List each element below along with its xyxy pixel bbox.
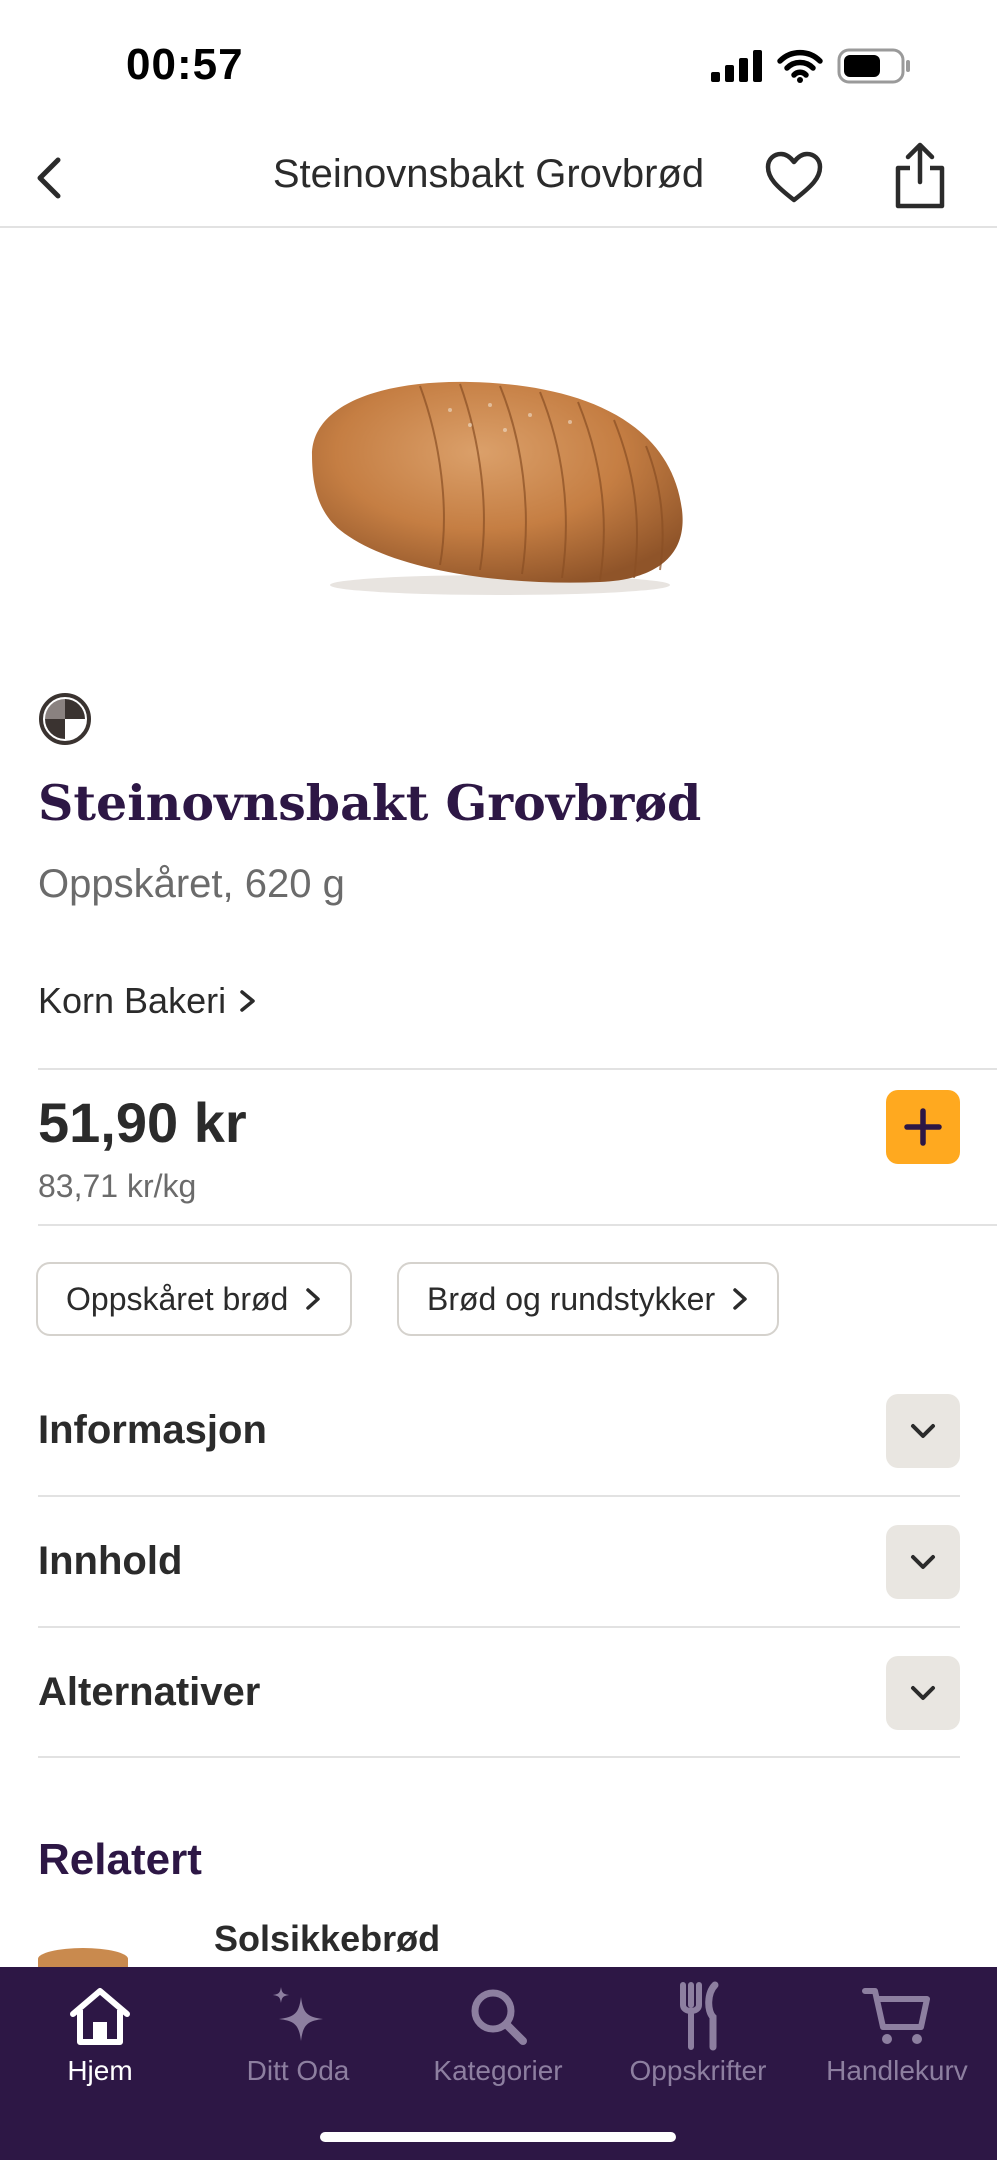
battery-icon	[837, 48, 910, 84]
chip-label: Oppskåret brød	[66, 1280, 289, 1317]
chevron-down-icon	[911, 1424, 935, 1438]
nav-title-text: Steinovnsbakt Grovbrød	[272, 152, 705, 196]
status-icons	[711, 48, 911, 84]
product-image	[300, 360, 700, 600]
nav-title: Steinovnsbakt Grovbrød	[0, 152, 997, 197]
add-to-cart-button[interactable]	[886, 1090, 960, 1164]
category-chip-brod-og-rundstykker[interactable]: Brød og rundstykker	[397, 1262, 780, 1336]
chevron-right-icon	[306, 1288, 321, 1310]
home-icon	[60, 1981, 140, 2051]
accordion-label: Alternativer	[38, 1670, 261, 1714]
divider	[38, 1224, 997, 1226]
producer-link[interactable]: Korn Bakeri	[38, 980, 260, 1022]
sparkle-icon	[258, 1981, 338, 2051]
accordion-alternativer[interactable]: Alternativer	[38, 1628, 960, 1758]
related-section-title: Relatert	[38, 1835, 202, 1884]
cart-icon	[857, 1981, 937, 2051]
nav-bar: Steinovnsbakt Grovbrød	[0, 130, 997, 228]
price: 51,90 kr	[38, 1091, 247, 1154]
cellular-signal-icon	[711, 50, 762, 82]
search-icon	[458, 1981, 538, 2051]
tab-label: Handlekurv	[826, 2055, 968, 2086]
chip-label: Brød og rundstykker	[427, 1280, 716, 1317]
tab-label: Oppskrifter	[629, 2055, 767, 2086]
accordion-toggle[interactable]	[886, 1525, 960, 1599]
divider	[38, 1756, 960, 1758]
related-item-name[interactable]: Solsikkebrød	[214, 1918, 440, 1960]
accordion-label: Informasjon	[38, 1408, 267, 1452]
accordion-innhold[interactable]: Innhold	[38, 1497, 960, 1627]
share-button[interactable]	[888, 140, 952, 212]
divider	[38, 1068, 997, 1070]
back-button[interactable]	[24, 150, 80, 206]
tab-label: Ditt Oda	[246, 2055, 350, 2086]
tab-hjem[interactable]: Hjem	[0, 1981, 200, 2101]
tab-kategorier[interactable]: Kategorier	[398, 1981, 598, 2101]
product-title: Steinovnsbakt Grovbrød	[38, 774, 702, 832]
plus-icon	[904, 1108, 942, 1146]
home-indicator	[320, 2132, 676, 2142]
accordion-toggle[interactable]	[886, 1656, 960, 1730]
product-subtitle: Oppskåret, 620 g	[38, 862, 345, 906]
heart-icon	[765, 151, 823, 203]
tab-ditt-oda[interactable]: Ditt Oda	[198, 1981, 398, 2101]
category-chip-oppskaret-brod[interactable]: Oppskåret brød	[36, 1262, 353, 1336]
chevron-down-icon	[911, 1686, 935, 1700]
status-time: 00:57	[126, 40, 244, 89]
accordion-informasjon[interactable]: Informasjon	[38, 1366, 960, 1496]
accordion-label: Innhold	[38, 1539, 183, 1583]
tab-label: Kategorier	[433, 2055, 563, 2086]
brand-logo-icon	[38, 692, 92, 746]
tab-handlekurv[interactable]: Handlekurv	[797, 1981, 997, 2101]
chevron-right-icon	[240, 990, 255, 1012]
producer-name: Korn Bakeri	[38, 980, 227, 1021]
fork-knife-icon	[658, 1981, 738, 2051]
chevron-left-icon	[37, 157, 61, 199]
bread-loaf-icon	[312, 381, 683, 595]
tab-label: Hjem	[67, 2055, 133, 2086]
chevron-right-icon	[733, 1288, 747, 1310]
favorite-button[interactable]	[762, 146, 826, 210]
wifi-icon	[777, 49, 823, 83]
share-icon	[895, 142, 945, 209]
accordion-toggle[interactable]	[886, 1394, 960, 1468]
status-bar: 00:57	[0, 0, 997, 130]
chevron-down-icon	[911, 1555, 935, 1569]
unit-price: 83,71 kr/kg	[38, 1168, 197, 1204]
tab-oppskrifter[interactable]: Oppskrifter	[598, 1981, 798, 2101]
